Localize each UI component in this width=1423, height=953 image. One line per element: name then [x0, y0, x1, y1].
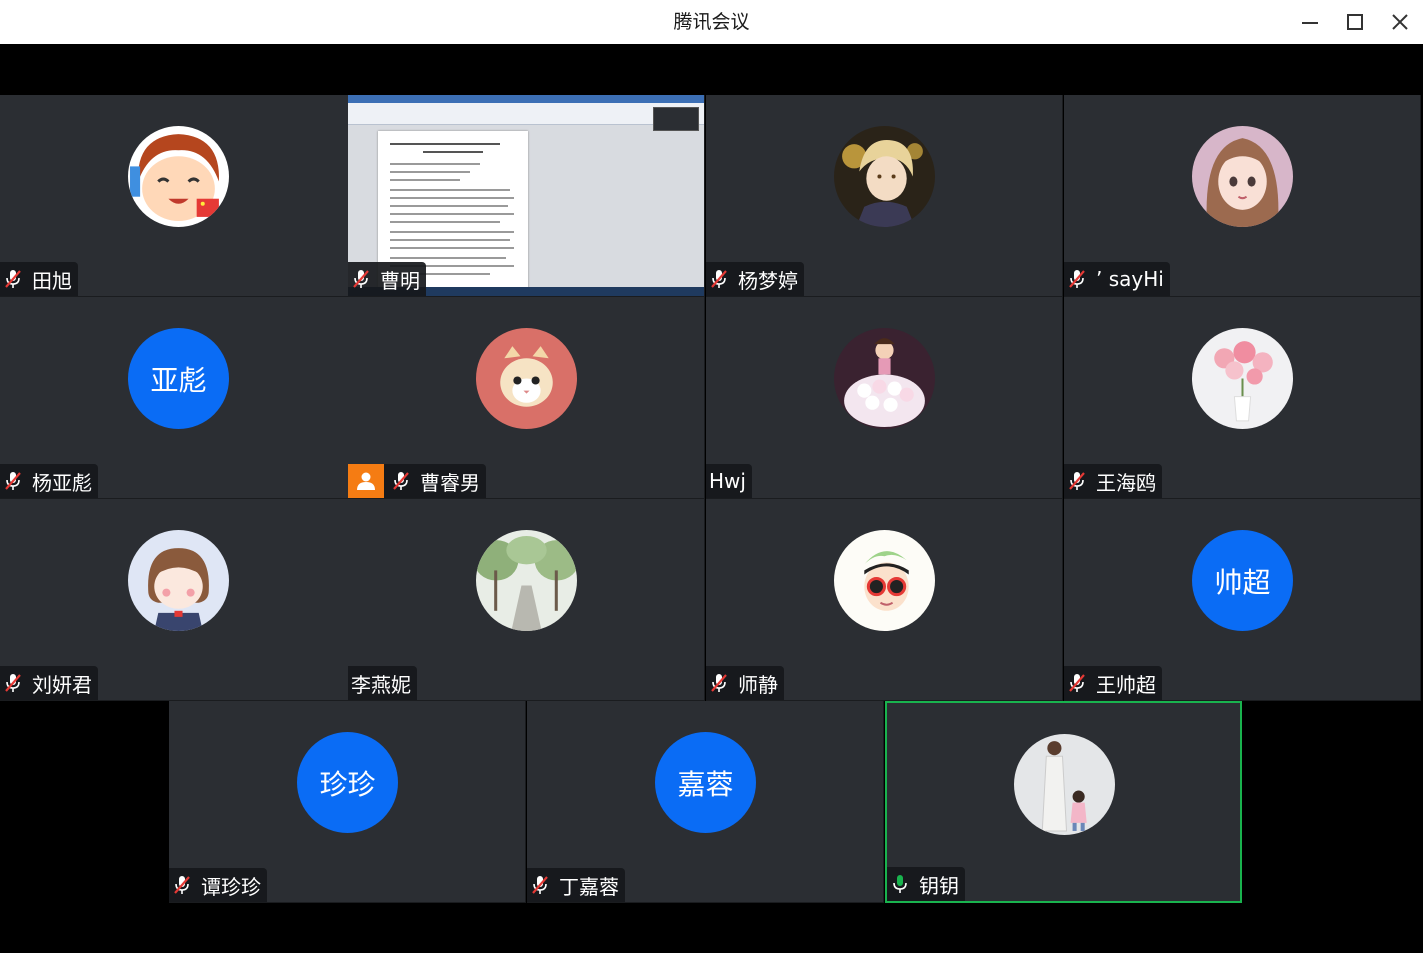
window-title: 腾讯会议: [673, 11, 750, 33]
participant-name: 曹睿男: [420, 470, 480, 495]
cake-avatar: [834, 328, 935, 429]
participant-tile[interactable]: 刘妍君: [0, 499, 357, 701]
mic-muted-icon: [0, 468, 26, 494]
sunglasses-cartoon-avatar: [834, 530, 935, 631]
mic-muted-icon: [527, 872, 553, 898]
participant-tile[interactable]: 田旭: [0, 95, 357, 297]
text-avatar: 珍珍: [297, 732, 398, 833]
participant-nametag: 钥钥: [887, 867, 965, 901]
participant-tile[interactable]: 珍珍 谭珍珍: [169, 701, 526, 903]
mic-muted-icon: [706, 266, 732, 292]
mother-child-photo-avatar: [1013, 734, 1115, 835]
participant-tile-screen-share[interactable]: 曹明: [348, 95, 705, 297]
participant-nametag: ’ sayHi: [1064, 262, 1170, 296]
mic-muted-icon: [706, 670, 732, 696]
mic-speaking-icon: [887, 871, 913, 897]
participant-name: 田旭: [32, 268, 72, 293]
participant-tile[interactable]: 李燕妮: [348, 499, 705, 701]
participant-tile[interactable]: 曹睿男: [348, 297, 705, 499]
mic-muted-icon: [0, 670, 26, 696]
participant-nametag: 李燕妮: [348, 666, 417, 700]
participant-nametag: 王帅超: [1064, 666, 1162, 700]
minimize-icon: [1302, 22, 1318, 24]
participant-name: ’ sayHi: [1096, 267, 1164, 291]
participant-name: 师静: [738, 672, 778, 697]
flowers-avatar: [1192, 328, 1293, 429]
text-avatar: 嘉蓉: [655, 732, 756, 833]
participant-name: 王海鸥: [1096, 470, 1156, 495]
title-bar: 腾讯会议: [0, 0, 1423, 44]
maximize-button[interactable]: [1339, 7, 1371, 37]
mic-muted-icon: [1064, 468, 1090, 494]
cat-avatar: [476, 328, 577, 429]
participant-tile[interactable]: 师静: [706, 499, 1063, 701]
participant-name: 谭珍珍: [201, 874, 261, 899]
anime-character-avatar: [834, 126, 935, 227]
maximize-icon: [1347, 14, 1363, 30]
mic-muted-icon: [1064, 266, 1090, 292]
participant-nametag: 田旭: [0, 262, 78, 296]
cartoon-boy-avatar: [128, 126, 229, 227]
mic-muted-icon: [388, 468, 414, 494]
participant-nametag: 谭珍珍: [169, 868, 267, 902]
mic-muted-icon: [1064, 670, 1090, 696]
close-icon: [1392, 14, 1408, 30]
participant-tile[interactable]: 杨梦婷: [706, 95, 1063, 297]
host-badge-icon: [348, 464, 384, 498]
participant-nametag: 刘妍君: [0, 666, 98, 700]
participant-name: 丁嘉蓉: [559, 874, 619, 899]
video-grid-stage: 田旭 曹明 杨梦婷 ’ sayHi 亚彪 杨亚彪 曹睿男 Hwj 王海鸥 刘妍君…: [0, 44, 1423, 953]
participant-name: 杨亚彪: [32, 470, 92, 495]
participant-name: Hwj: [709, 469, 746, 493]
participant-nametag: Hwj: [706, 464, 752, 498]
participant-name: 曹明: [380, 268, 420, 293]
mic-muted-icon: [0, 266, 26, 292]
participant-tile[interactable]: ’ sayHi: [1064, 95, 1421, 297]
close-button[interactable]: [1384, 7, 1416, 37]
participant-nametag: 杨亚彪: [0, 464, 98, 498]
participant-nametag: 王海鸥: [1064, 464, 1162, 498]
participant-tile-active-speaker[interactable]: 钥钥: [885, 701, 1242, 903]
anime-girl-avatar: [1192, 126, 1293, 227]
participant-name: 刘妍君: [32, 672, 92, 697]
participant-name: 杨梦婷: [738, 268, 798, 293]
text-avatar: 帅超: [1192, 530, 1293, 631]
participant-name: 王帅超: [1096, 672, 1156, 697]
participant-tile[interactable]: 亚彪 杨亚彪: [0, 297, 357, 499]
participant-nametag: 杨梦婷: [706, 262, 804, 296]
participant-tile[interactable]: 王海鸥: [1064, 297, 1421, 499]
participant-nametag: 丁嘉蓉: [527, 868, 625, 902]
text-avatar: 亚彪: [128, 328, 229, 429]
participant-nametag: 曹明: [348, 262, 426, 296]
participant-tile[interactable]: 嘉蓉 丁嘉蓉: [527, 701, 884, 903]
trees-street-avatar: [476, 530, 577, 631]
participant-nametag: 师静: [706, 666, 784, 700]
participant-nametag: 曹睿男: [348, 464, 486, 498]
mic-muted-icon: [169, 872, 195, 898]
participant-name: 李燕妮: [351, 672, 411, 697]
mic-muted-icon: [348, 266, 374, 292]
participant-tile[interactable]: Hwj: [706, 297, 1063, 499]
cartoon-girl-avatar: [128, 530, 229, 631]
minimize-button[interactable]: [1294, 7, 1326, 37]
participant-name: 钥钥: [919, 873, 959, 898]
participant-tile[interactable]: 帅超 王帅超: [1064, 499, 1421, 701]
